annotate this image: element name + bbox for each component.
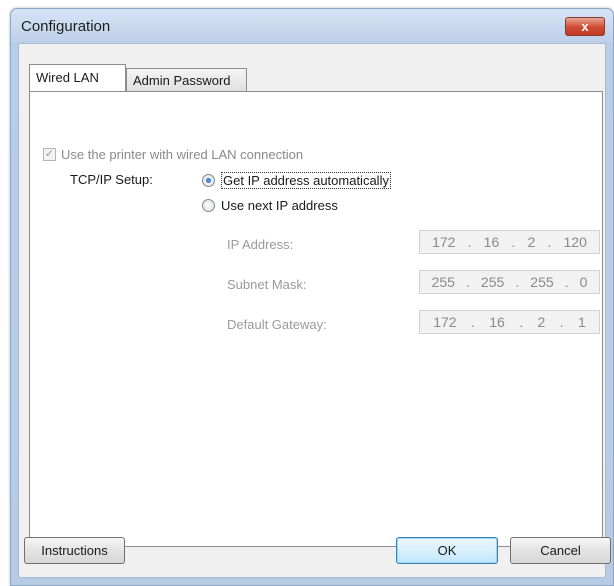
use-wired-lan-checkbox: ✓ [43, 148, 56, 161]
subnet-mask-label: Subnet Mask: [227, 277, 307, 292]
ip-dot: . [511, 234, 516, 250]
radio-get-ip-automatically[interactable]: Get IP address automatically [202, 172, 391, 189]
tab-wired-lan[interactable]: Wired LAN [29, 64, 126, 91]
ip-dot: . [470, 314, 475, 330]
use-wired-lan-checkbox-row: ✓ Use the printer with wired LAN connect… [43, 147, 303, 162]
wired-lan-panel: ✓ Use the printer with wired LAN connect… [29, 91, 603, 547]
instructions-button[interactable]: Instructions [24, 537, 125, 564]
ip-dot: . [564, 274, 569, 290]
gateway-octet-1: 172 [433, 314, 457, 330]
tcpip-setup-label: TCP/IP Setup: [70, 172, 153, 187]
radio-selected-icon[interactable] [202, 174, 215, 187]
close-icon: x [581, 19, 589, 34]
ip-dot: . [547, 234, 552, 250]
subnet-octet-4: 0 [579, 274, 588, 290]
ip-octet-1: 172 [432, 234, 456, 250]
subnet-octet-1: 255 [431, 274, 455, 290]
gateway-octet-3: 2 [537, 314, 546, 330]
title-bar[interactable]: Configuration x [11, 9, 613, 43]
cancel-button-label: Cancel [540, 543, 581, 558]
ok-button[interactable]: OK [396, 537, 498, 564]
instructions-button-label: Instructions [41, 543, 108, 558]
dialog-body: Wired LAN Admin Password ✓ Use the print… [18, 43, 606, 578]
radio-use-next-ip[interactable]: Use next IP address [202, 198, 338, 213]
ip-dot: . [519, 314, 524, 330]
gateway-octet-2: 16 [489, 314, 505, 330]
radio-manual-label: Use next IP address [221, 198, 338, 213]
default-gateway-field: 172 . 16 . 2 . 1 [419, 310, 600, 334]
ip-address-field: 172 . 16 . 2 . 120 [419, 230, 600, 254]
radio-unselected-icon[interactable] [202, 199, 215, 212]
cancel-button[interactable]: Cancel [510, 537, 611, 564]
ip-octet-2: 16 [483, 234, 500, 250]
subnet-octet-3: 255 [530, 274, 554, 290]
tab-admin-password-label: Admin Password [133, 73, 231, 88]
configuration-dialog: Configuration x Wired LAN Admin Password… [10, 8, 614, 586]
ip-octet-4: 120 [563, 234, 587, 250]
use-wired-lan-label: Use the printer with wired LAN connectio… [61, 147, 304, 162]
ip-dot: . [559, 314, 564, 330]
close-button[interactable]: x [565, 17, 605, 36]
ip-address-label: IP Address: [227, 237, 294, 252]
ip-dot: . [515, 274, 520, 290]
subnet-mask-field: 255 . 255 . 255 . 0 [419, 270, 600, 294]
subnet-octet-2: 255 [480, 274, 505, 290]
tab-admin-password[interactable]: Admin Password [126, 68, 247, 91]
gateway-octet-4: 1 [577, 314, 586, 330]
ok-button-label: OK [437, 543, 457, 558]
window-title: Configuration [21, 18, 111, 35]
ip-octet-3: 2 [527, 234, 536, 250]
radio-auto-label: Get IP address automatically [221, 172, 391, 189]
default-gateway-label: Default Gateway: [227, 317, 327, 332]
tab-wired-lan-label: Wired LAN [36, 70, 99, 85]
ip-dot: . [467, 234, 472, 250]
ip-dot: . [465, 274, 470, 290]
